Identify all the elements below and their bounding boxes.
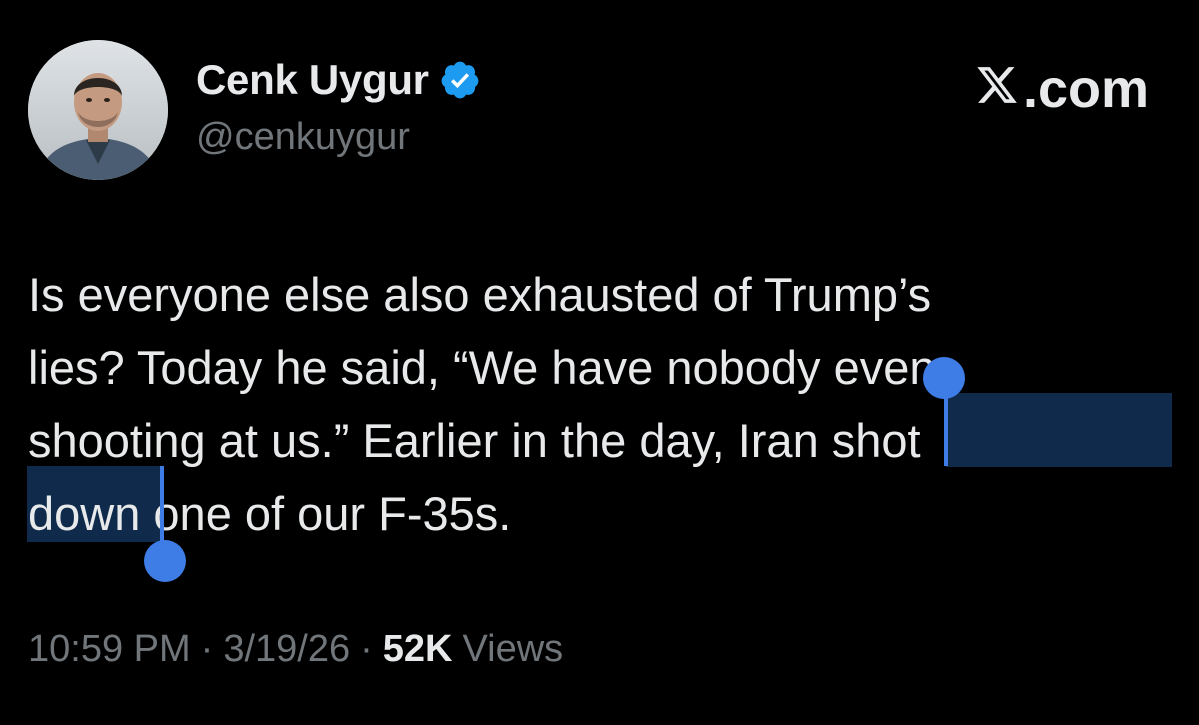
brand-domain-suffix: .com [1022, 59, 1149, 119]
meta-separator: · [200, 628, 214, 670]
tweet-body: Is everyone else also exhausted of Trump… [28, 258, 1138, 550]
meta-separator: · [360, 628, 373, 670]
author-handle[interactable]: @cenkuygur [196, 116, 410, 159]
views-count[interactable]: 52K [383, 628, 453, 671]
verified-badge-icon [439, 59, 481, 101]
avatar[interactable] [28, 40, 168, 180]
tweet-meta: 10:59 PM · 3/19/26 · 52K Views [28, 628, 563, 671]
brand-label: .com [975, 58, 1149, 120]
author-name-row: Cenk Uygur [196, 52, 481, 108]
tweet-line: down one of our F-35s. [28, 487, 512, 540]
selection-end-handle[interactable] [144, 540, 186, 582]
tweet-time[interactable]: 10:59 PM [28, 628, 191, 671]
tweet-date[interactable]: 3/19/26 [223, 628, 350, 671]
x-logo-icon [975, 58, 1023, 120]
tweet-line: Is everyone else also exhausted of Trump… [28, 268, 932, 321]
selection-start-handle[interactable] [923, 357, 965, 399]
author-display-name[interactable]: Cenk Uygur [196, 56, 429, 104]
tweet-line: shooting at us.” Earlier in the day, Ira… [28, 414, 921, 467]
views-label[interactable]: Views [462, 628, 563, 671]
tweet-line: lies? Today he said, “We have nobody eve… [28, 341, 936, 394]
profile-photo [28, 40, 168, 180]
